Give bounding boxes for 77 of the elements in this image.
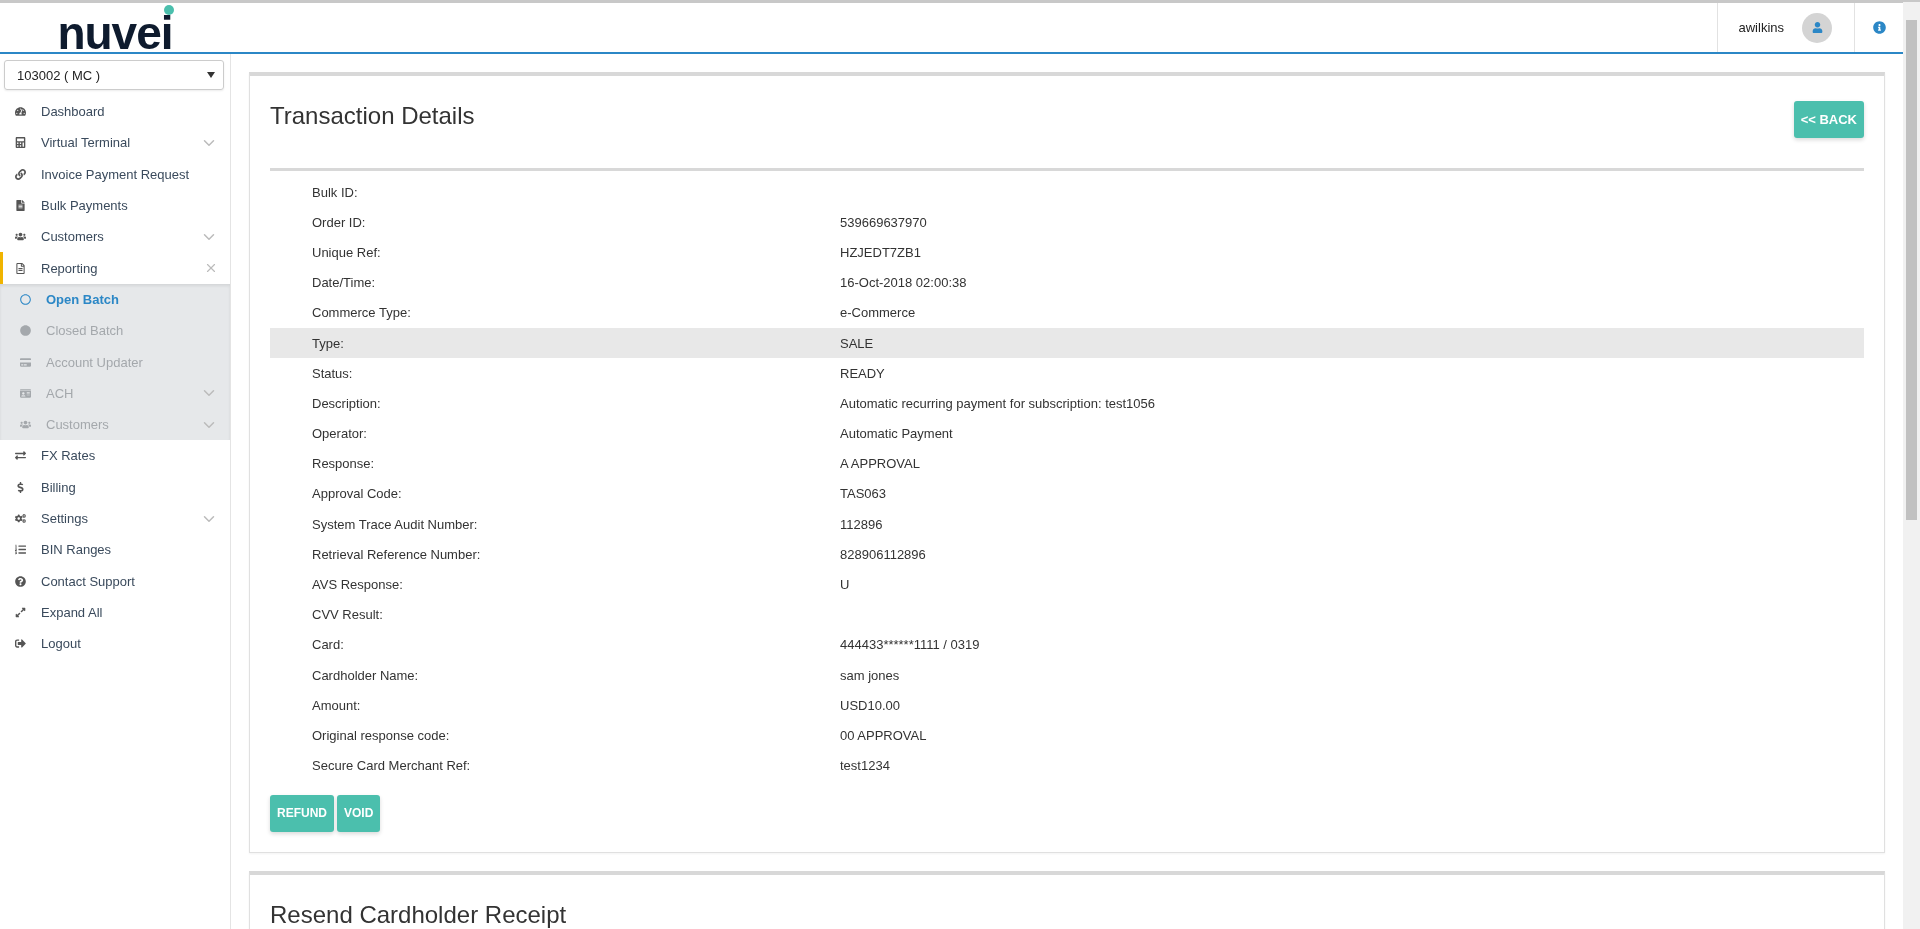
- field-value: 539669637970: [840, 214, 928, 230]
- sidebar-item[interactable]: Expand All: [0, 596, 230, 629]
- field-label: Description:: [312, 395, 382, 411]
- field-label: Status:: [312, 365, 354, 381]
- field-label: Original response code:: [312, 727, 451, 743]
- sidebar-item[interactable]: Billing: [0, 471, 230, 503]
- dollar-icon: [15, 481, 26, 493]
- calculator-icon: [15, 137, 26, 149]
- expand-icon: [15, 606, 26, 618]
- list-icon: [15, 544, 26, 556]
- field-value: USD10.00: [840, 697, 901, 713]
- sidebar-item[interactable]: Invoice Payment Request: [0, 158, 230, 190]
- field-value: 00 APPROVAL: [840, 727, 928, 743]
- field-label: AVS Response:: [312, 577, 404, 593]
- field-label: Date/Time:: [312, 275, 377, 291]
- field-value: A APPROVAL: [840, 456, 921, 472]
- sidebar-item[interactable]: FX Rates: [0, 440, 230, 472]
- users-icon: [20, 419, 31, 431]
- field-label: Card:: [312, 637, 345, 653]
- field-value: Automatic Payment: [840, 426, 954, 442]
- document-icon: [15, 200, 26, 212]
- document-icon: [15, 262, 26, 274]
- field-value: U: [840, 577, 851, 593]
- field-label: Secure Card Merchant Ref:: [312, 758, 472, 774]
- field-value: SALE: [840, 335, 875, 351]
- sidebar-item[interactable]: Dashboard: [0, 96, 230, 128]
- caret-icon: [207, 72, 215, 78]
- field-label: Cardholder Name:: [312, 667, 420, 683]
- field-value: 112896: [840, 516, 884, 532]
- merchant-select[interactable]: 103002 ( MC ): [4, 60, 224, 90]
- panel-title: Resend Cardholder Receipt: [270, 900, 568, 929]
- sidebar-item[interactable]: Customers: [0, 221, 230, 253]
- logo-dot-icon: [164, 5, 174, 15]
- field-label: Response:: [312, 456, 376, 472]
- field-value: e-Commerce: [840, 305, 917, 321]
- arrows-icon: [15, 450, 26, 462]
- field-value: 444433******1111 / 0319: [840, 637, 981, 653]
- sidebar-item[interactable]: Virtual Terminal: [0, 127, 230, 159]
- field-value: 828906112896: [840, 546, 927, 562]
- scrollbar[interactable]: [1903, 2, 1920, 929]
- field-label: Operator:: [312, 426, 368, 442]
- field-value: HZJEDT7ZB1: [840, 244, 922, 260]
- sidebar-item[interactable]: Bulk Payments: [0, 189, 230, 222]
- field-label: Bulk ID:: [312, 184, 359, 200]
- sign-out-icon: [15, 638, 26, 650]
- sidebar-item[interactable]: BIN Ranges: [0, 534, 230, 566]
- field-value: TAS063: [840, 486, 887, 502]
- username[interactable]: awilkins: [1738, 20, 1784, 35]
- panel-title: Transaction Details: [270, 102, 475, 130]
- question-icon: [15, 575, 26, 587]
- field-label: Retrieval Reference Number:: [312, 546, 482, 562]
- circle-outline-icon: [20, 293, 31, 305]
- field-label: Order ID:: [312, 214, 367, 230]
- field-value: Automatic recurring payment for subscription: test1056: [840, 395, 1157, 411]
- users-icon: [15, 231, 26, 243]
- field-label: Approval Code:: [312, 486, 403, 502]
- gauge-icon: [15, 106, 26, 118]
- info-icon[interactable]: [1872, 21, 1886, 34]
- field-value: READY: [840, 365, 886, 381]
- sidebar-item[interactable]: Logout: [0, 628, 230, 660]
- id-card-icon: [20, 387, 31, 399]
- credit-card-icon: [20, 356, 31, 368]
- field-value: sam jones: [840, 667, 901, 683]
- field-label: CVV Result:: [312, 607, 384, 623]
- field-label: Unique Ref:: [312, 244, 382, 260]
- nuvei-logo: nuvei: [57, 16, 173, 49]
- field-label: System Trace Audit Number:: [312, 516, 479, 532]
- field-label: Type:: [312, 335, 345, 351]
- sidebar-item[interactable]: Settings: [0, 502, 230, 535]
- field-value: test1234: [840, 758, 891, 774]
- link-icon: [15, 168, 26, 180]
- field-label: Amount:: [312, 697, 362, 713]
- field-label: Commerce Type:: [312, 305, 412, 321]
- avatar[interactable]: [1802, 12, 1832, 43]
- field-value: 16-Oct-2018 02:00:38: [840, 275, 968, 291]
- gears-icon: [15, 513, 26, 524]
- sidebar-item[interactable]: Contact Support: [0, 565, 230, 597]
